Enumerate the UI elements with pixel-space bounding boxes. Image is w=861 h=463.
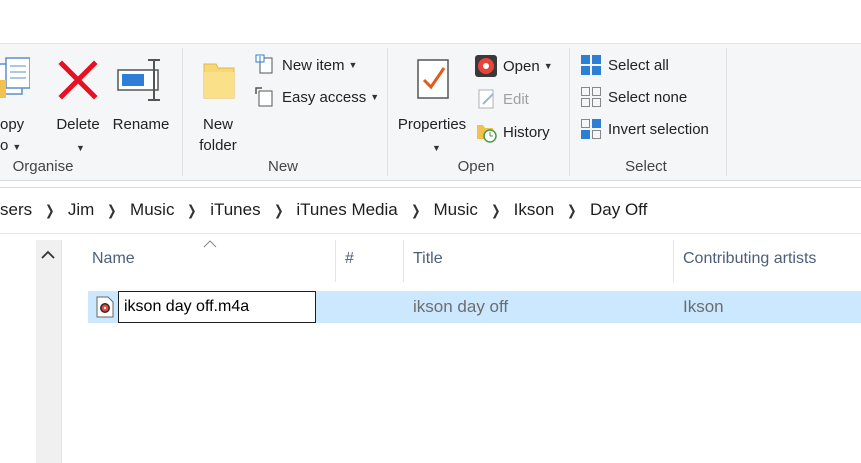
breadcrumb-item[interactable]: Jim [68,200,94,220]
select-none-button[interactable]: Select none [580,84,687,110]
easy-access-button[interactable]: Easy access ▼ [254,84,379,110]
separator [569,48,570,176]
delete-x-icon [58,60,98,100]
separator [726,48,727,176]
chevron-down-icon: ▼ [432,143,441,153]
chevron-down-icon: ▼ [348,60,358,70]
chevron-down-icon: ▼ [76,143,85,153]
breadcrumb-item[interactable]: sers [0,200,32,220]
rename-button[interactable]: Rename [110,52,172,133]
column-divider[interactable] [673,240,674,282]
column-divider[interactable] [403,240,404,282]
breadcrumb-item[interactable]: Day Off [590,200,647,220]
column-header-title[interactable]: Title [413,250,443,268]
history-button[interactable]: History [475,119,550,145]
breadcrumb-separator-icon[interactable]: ❯ [411,202,420,219]
copy-to-label-2: o ▼ [0,135,21,158]
ribbon: opy o ▼ Delete ▼ Rename Organise New fold… [0,43,861,181]
new-folder-label-2: folder [199,137,237,154]
copy-to-label-2-text: o [0,137,9,154]
scroll-up-arrow-icon[interactable] [41,250,55,260]
copy-to-label-1: opy [0,116,25,133]
column-header-number[interactable]: # [345,250,354,268]
breadcrumb-item[interactable]: iTunes Media [296,200,397,220]
easy-access-label: Easy access [282,88,367,106]
new-folder-label-1: New [202,116,233,133]
delete-label: Delete [56,116,100,133]
breadcrumb-separator-icon[interactable]: ❯ [107,202,116,219]
breadcrumb-item[interactable]: iTunes [210,200,260,220]
audio-file-icon [96,296,114,318]
column-header-contributing-artists[interactable]: Contributing artists [683,250,816,268]
group-label-new: New [267,158,298,175]
select-all-label: Select all [608,56,669,74]
select-none-icon [580,86,602,108]
folder-icon [203,63,235,99]
breadcrumb-separator-icon[interactable]: ❯ [274,202,283,219]
select-none-label: Select none [608,88,688,106]
invert-selection-label: Invert selection [608,120,709,138]
properties-button[interactable]: Properties ▼ [394,52,470,153]
breadcrumb-separator-icon[interactable]: ❯ [45,202,54,219]
cell-contributing-artists: Ikson [683,297,724,316]
chevron-down-icon: ▼ [12,142,22,152]
edit-label: Edit [503,90,529,108]
chevron-down-icon: ▼ [543,61,553,71]
group-label-open: Open [457,158,495,175]
invert-selection-icon [580,118,602,140]
rename-input[interactable] [118,291,316,323]
edit-icon [475,88,497,110]
cell-title: ikson day off [413,297,509,316]
breadcrumb-separator-icon[interactable]: ❯ [567,202,576,219]
rename-label: Rename [112,116,170,133]
copy-to-icon [0,57,30,98]
easy-access-icon [254,86,276,108]
nav-pane-scrollbar[interactable] [36,240,62,463]
new-item-button[interactable]: New item ▼ [254,52,357,78]
delete-button[interactable]: Delete ▼ [52,52,104,153]
breadcrumb-item[interactable]: Music [130,200,174,220]
column-header-name[interactable]: Name [92,250,135,268]
new-item-label: New item [282,56,345,74]
breadcrumb-separator-icon[interactable]: ❯ [188,202,197,219]
new-item-icon [254,54,276,76]
separator [387,48,388,176]
select-all-button[interactable]: Select all [580,52,669,78]
breadcrumb-item[interactable]: Ikson [514,200,555,220]
history-label: History [503,123,550,141]
separator [182,48,183,176]
history-icon [475,121,497,143]
copy-to-button[interactable]: opy o ▼ [0,52,34,154]
breadcrumb-item[interactable]: Music [433,200,477,220]
open-button[interactable]: Open ▼ [475,53,553,79]
chevron-down-icon: ▼ [370,92,380,102]
new-folder-button[interactable]: New folder [190,52,246,154]
breadcrumb: sers ❯ Jim ❯ Music ❯ iTunes ❯ iTunes Media ❯ Music… [0,200,647,220]
properties-icon [417,59,449,99]
select-all-icon [580,54,602,76]
music-player-icon [475,55,497,77]
invert-selection-button[interactable]: Invert selection [580,116,709,142]
open-label: Open [503,57,540,75]
breadcrumb-separator-icon[interactable]: ❯ [491,202,500,219]
sort-ascending-icon [203,240,217,248]
group-label-organise: Organise [12,158,74,175]
rename-icon [117,59,160,101]
edit-button[interactable]: Edit [475,86,529,112]
address-bar[interactable]: sers ❯ Jim ❯ Music ❯ iTunes ❯ iTunes Media ❯ Music… [0,187,861,234]
group-label-select: Select [625,158,667,175]
properties-label: Properties [397,116,467,133]
column-divider[interactable] [335,240,336,282]
